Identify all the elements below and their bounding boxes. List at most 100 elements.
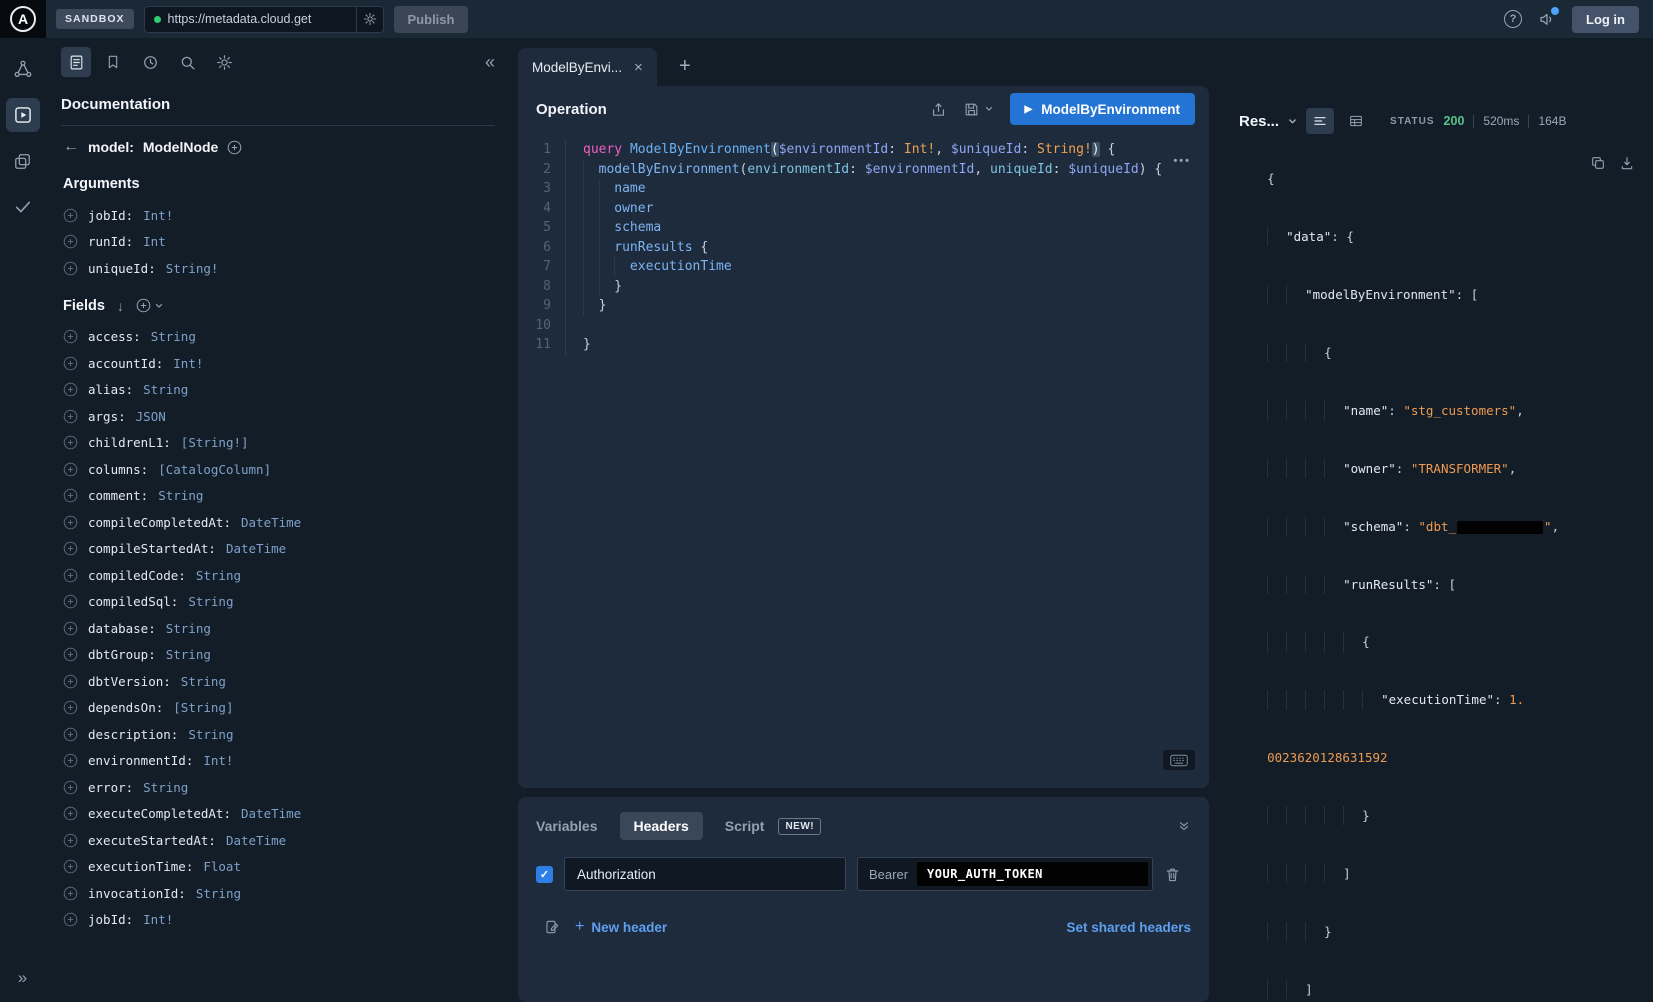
format-response-icon[interactable] [1306,108,1334,134]
run-operation-button[interactable]: ▶ ModelByEnvironment [1010,93,1195,125]
doc-field-row[interactable]: alias: String [61,377,495,404]
code-text[interactable]: executionTime [566,257,732,277]
edit-document-icon[interactable] [544,919,560,935]
doc-field-row[interactable]: compiledCode: String [61,562,495,589]
code-text[interactable] [566,316,583,336]
field-name[interactable]: alias: [88,382,133,397]
operation-tab[interactable]: ModelByEnvi... × [518,48,657,86]
field-type[interactable]: String [181,674,226,689]
field-name[interactable]: compileCompletedAt: [88,515,231,530]
field-type[interactable]: String [196,886,241,901]
add-to-query-icon[interactable] [63,356,78,371]
field-name[interactable]: runId: [88,234,133,249]
doc-field-row[interactable]: columns: [CatalogColumn] [61,456,495,483]
doc-field-row[interactable]: jobId: Int! [61,907,495,934]
field-type[interactable]: String [158,488,203,503]
field-name[interactable]: dbtGroup: [88,647,156,662]
add-to-query-icon[interactable] [63,727,78,742]
field-type[interactable]: String [188,727,233,742]
doc-field-row[interactable]: compileStartedAt: DateTime [61,536,495,563]
field-type[interactable]: [String] [173,700,233,715]
add-to-query-icon[interactable] [63,541,78,556]
response-selector[interactable]: Res... [1239,113,1279,130]
code-text[interactable]: runResults { [566,238,708,258]
header-enabled-checkbox[interactable]: ✓ [536,866,553,883]
add-to-query-icon[interactable] [63,780,78,795]
field-name[interactable]: args: [88,409,126,424]
add-to-query-icon[interactable] [63,912,78,927]
field-type[interactable]: [CatalogColumn] [158,462,271,477]
settings-tab-icon[interactable] [209,47,239,77]
add-to-query-icon[interactable] [63,594,78,609]
sidebar-item-schema[interactable] [6,52,40,86]
table-view-icon[interactable] [1342,108,1370,134]
field-name[interactable]: access: [88,329,141,344]
back-arrow-icon[interactable]: ← [63,138,79,156]
publish-button[interactable]: Publish [394,6,469,33]
field-type[interactable]: String [188,594,233,609]
field-name[interactable]: executeCompletedAt: [88,806,231,821]
field-name[interactable]: comment: [88,488,148,503]
field-type[interactable]: String! [166,261,219,276]
add-type-icon[interactable] [227,140,242,155]
field-type[interactable]: [String!] [181,435,249,450]
doc-field-row[interactable]: compileCompletedAt: DateTime [61,509,495,536]
field-type[interactable]: String [196,568,241,583]
collapse-bottom-panel-icon[interactable] [1177,819,1191,833]
doc-field-row[interactable]: dbtVersion: String [61,668,495,695]
login-button[interactable]: Log in [1572,6,1639,33]
field-name[interactable]: error: [88,780,133,795]
code-text[interactable]: owner [566,199,653,219]
search-tab-icon[interactable] [172,47,202,77]
field-name[interactable]: dependsOn: [88,700,163,715]
add-to-query-icon[interactable] [63,208,78,223]
connection-settings-gear-icon[interactable] [356,7,383,32]
add-to-query-icon[interactable] [63,234,78,249]
add-to-query-icon[interactable] [63,647,78,662]
copy-response-icon[interactable] [1590,155,1606,171]
save-operation-icon[interactable] [963,101,994,118]
sidebar-item-checks[interactable] [6,190,40,224]
field-type[interactable]: Int! [143,912,173,927]
new-tab-button[interactable]: + [670,51,700,81]
field-type[interactable]: String [166,647,211,662]
code-text[interactable]: modelByEnvironment(environmentId: $envir… [566,160,1162,180]
history-tab-icon[interactable] [135,47,165,77]
field-name[interactable]: childrenL1: [88,435,171,450]
doc-field-row[interactable]: compiledSql: String [61,589,495,616]
field-type[interactable]: Float [203,859,241,874]
graphql-editor[interactable]: 1 query ModelByEnvironment($environmentI… [518,132,1209,788]
apollo-logo[interactable]: A [0,0,46,38]
field-type[interactable]: Int [143,234,166,249]
field-name[interactable]: executeStartedAt: [88,833,216,848]
field-name[interactable]: compileStartedAt: [88,541,216,556]
breadcrumb-type[interactable]: ModelNode [143,139,218,155]
share-operation-icon[interactable] [930,101,947,118]
field-name[interactable]: columns: [88,462,148,477]
doc-field-row[interactable]: comment: String [61,483,495,510]
close-tab-icon[interactable]: × [634,59,643,76]
field-type[interactable]: DateTime [226,833,286,848]
field-type[interactable]: DateTime [241,806,301,821]
doc-field-row[interactable]: dependsOn: [String] [61,695,495,722]
doc-field-row[interactable]: environmentId: Int! [61,748,495,775]
tab-script[interactable]: Script [725,818,765,834]
field-name[interactable]: description: [88,727,178,742]
field-name[interactable]: executionTime: [88,859,193,874]
tab-headers[interactable]: Headers [620,812,703,840]
doc-field-row[interactable]: description: String [61,721,495,748]
endpoint-url-box[interactable]: https://metadata.cloud.get [144,6,384,33]
field-name[interactable]: uniqueId: [88,261,156,276]
doc-field-row[interactable]: childrenL1: [String!] [61,430,495,457]
documentation-tab-icon[interactable] [61,47,91,77]
code-text[interactable]: } [566,296,606,316]
field-name[interactable]: compiledCode: [88,568,186,583]
field-type[interactable]: Int! [173,356,203,371]
add-to-query-icon[interactable] [63,886,78,901]
new-header-button[interactable]: + New header [575,918,667,936]
set-shared-headers-link[interactable]: Set shared headers [1066,920,1191,935]
add-to-query-icon[interactable] [63,674,78,689]
megaphone-icon[interactable] [1538,10,1556,28]
doc-field-row[interactable]: jobId: Int! [61,202,495,229]
doc-field-row[interactable]: error: String [61,774,495,801]
